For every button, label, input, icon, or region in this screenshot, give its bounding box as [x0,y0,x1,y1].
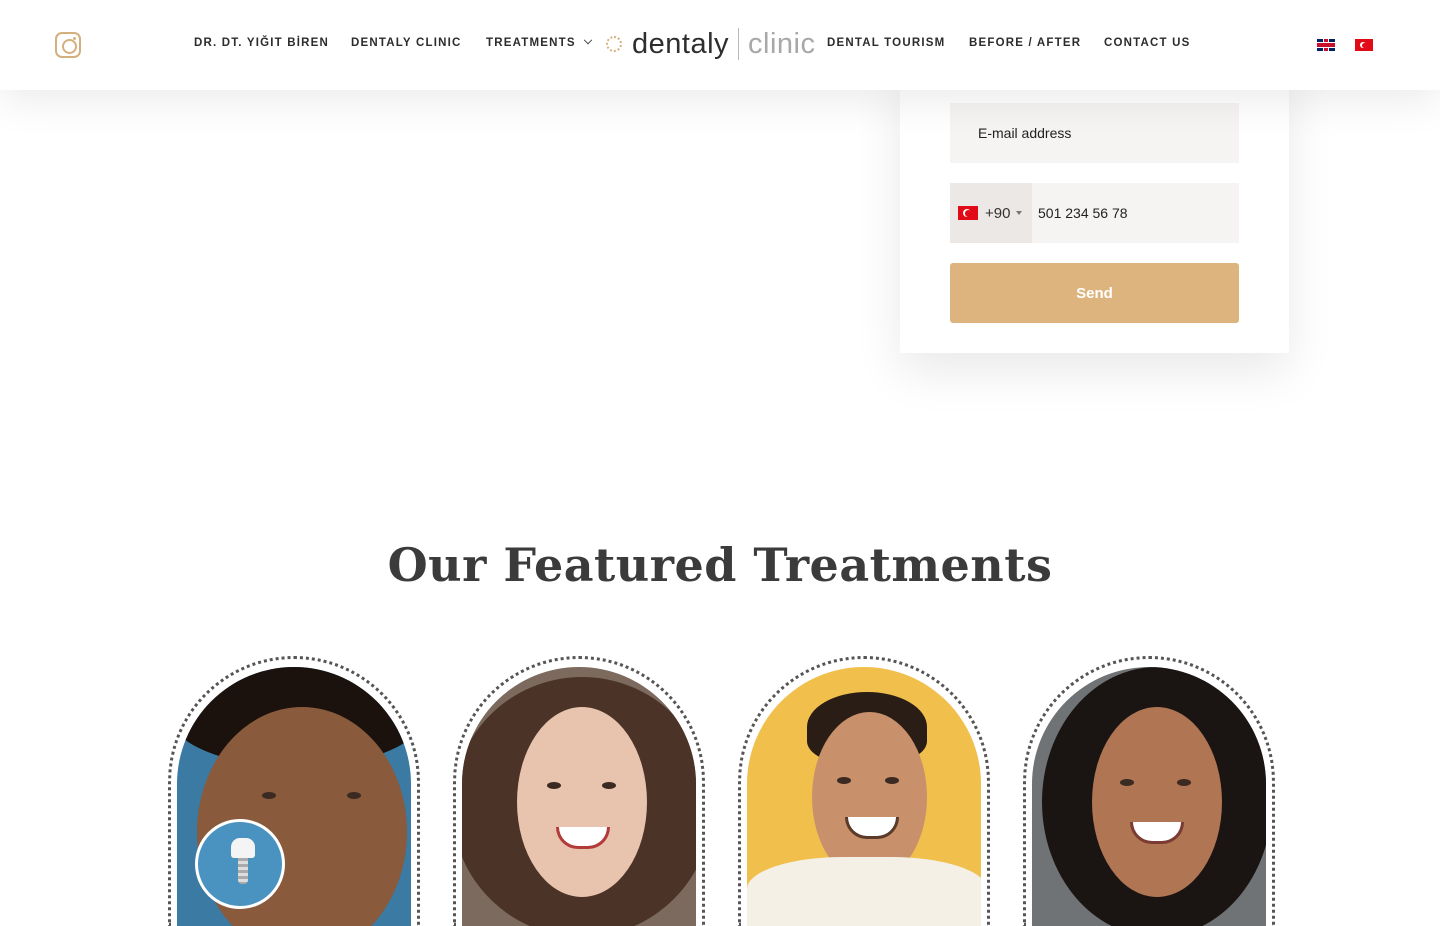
flag-tr-icon [958,206,978,220]
treatment-image [462,667,696,926]
phone-field[interactable]: +90 501 234 56 78 [950,183,1239,243]
nav-before-after[interactable]: BEFORE / AFTER [969,37,1081,49]
logo-divider [738,28,740,60]
caret-down-icon [1016,211,1023,215]
country-code-select[interactable]: +90 [950,183,1032,243]
flag-uk-icon[interactable] [1317,39,1335,51]
treatment-card[interactable] [453,656,705,926]
dental-implant-icon [195,819,285,909]
dial-code: +90 [985,204,1011,222]
nav-treatments[interactable]: TREATMENTS [486,35,592,49]
logo-text-primary: dentaly [632,27,730,60]
nav-contact-us[interactable]: CONTACT US [1104,37,1191,49]
featured-title: Our Featured Treatments [387,538,1053,592]
nav-treatments-label: TREATMENTS [486,37,576,49]
flag-tr-icon[interactable] [1355,39,1373,51]
nav-dental-tourism[interactable]: DENTAL TOURISM [827,37,945,49]
chevron-down-icon [583,35,592,45]
treatment-card[interactable] [738,656,990,926]
site-header: DR. DT. YIĞIT BİREN DENTALY CLINIC TREAT… [0,0,1440,90]
treatment-card[interactable] [1023,656,1275,926]
logo-mark-icon [606,36,622,52]
treatment-image [747,667,981,926]
email-field[interactable]: E-mail address [950,103,1239,163]
phone-input[interactable]: 501 234 56 78 [1038,205,1128,221]
treatment-card[interactable] [168,656,420,926]
site-logo[interactable]: dentaly clinic [606,24,815,64]
treatment-image [177,667,411,926]
logo-text-secondary: clinic [748,27,816,60]
contact-form-card: E-mail address +90 501 234 56 78 Send [900,60,1289,353]
nav-dentaly-clinic[interactable]: DENTALY CLINIC [351,37,462,49]
nav-doctor[interactable]: DR. DT. YIĞIT BİREN [194,37,329,49]
instagram-icon[interactable] [55,32,81,58]
send-button[interactable]: Send [950,263,1239,323]
treatment-image [1032,667,1266,926]
